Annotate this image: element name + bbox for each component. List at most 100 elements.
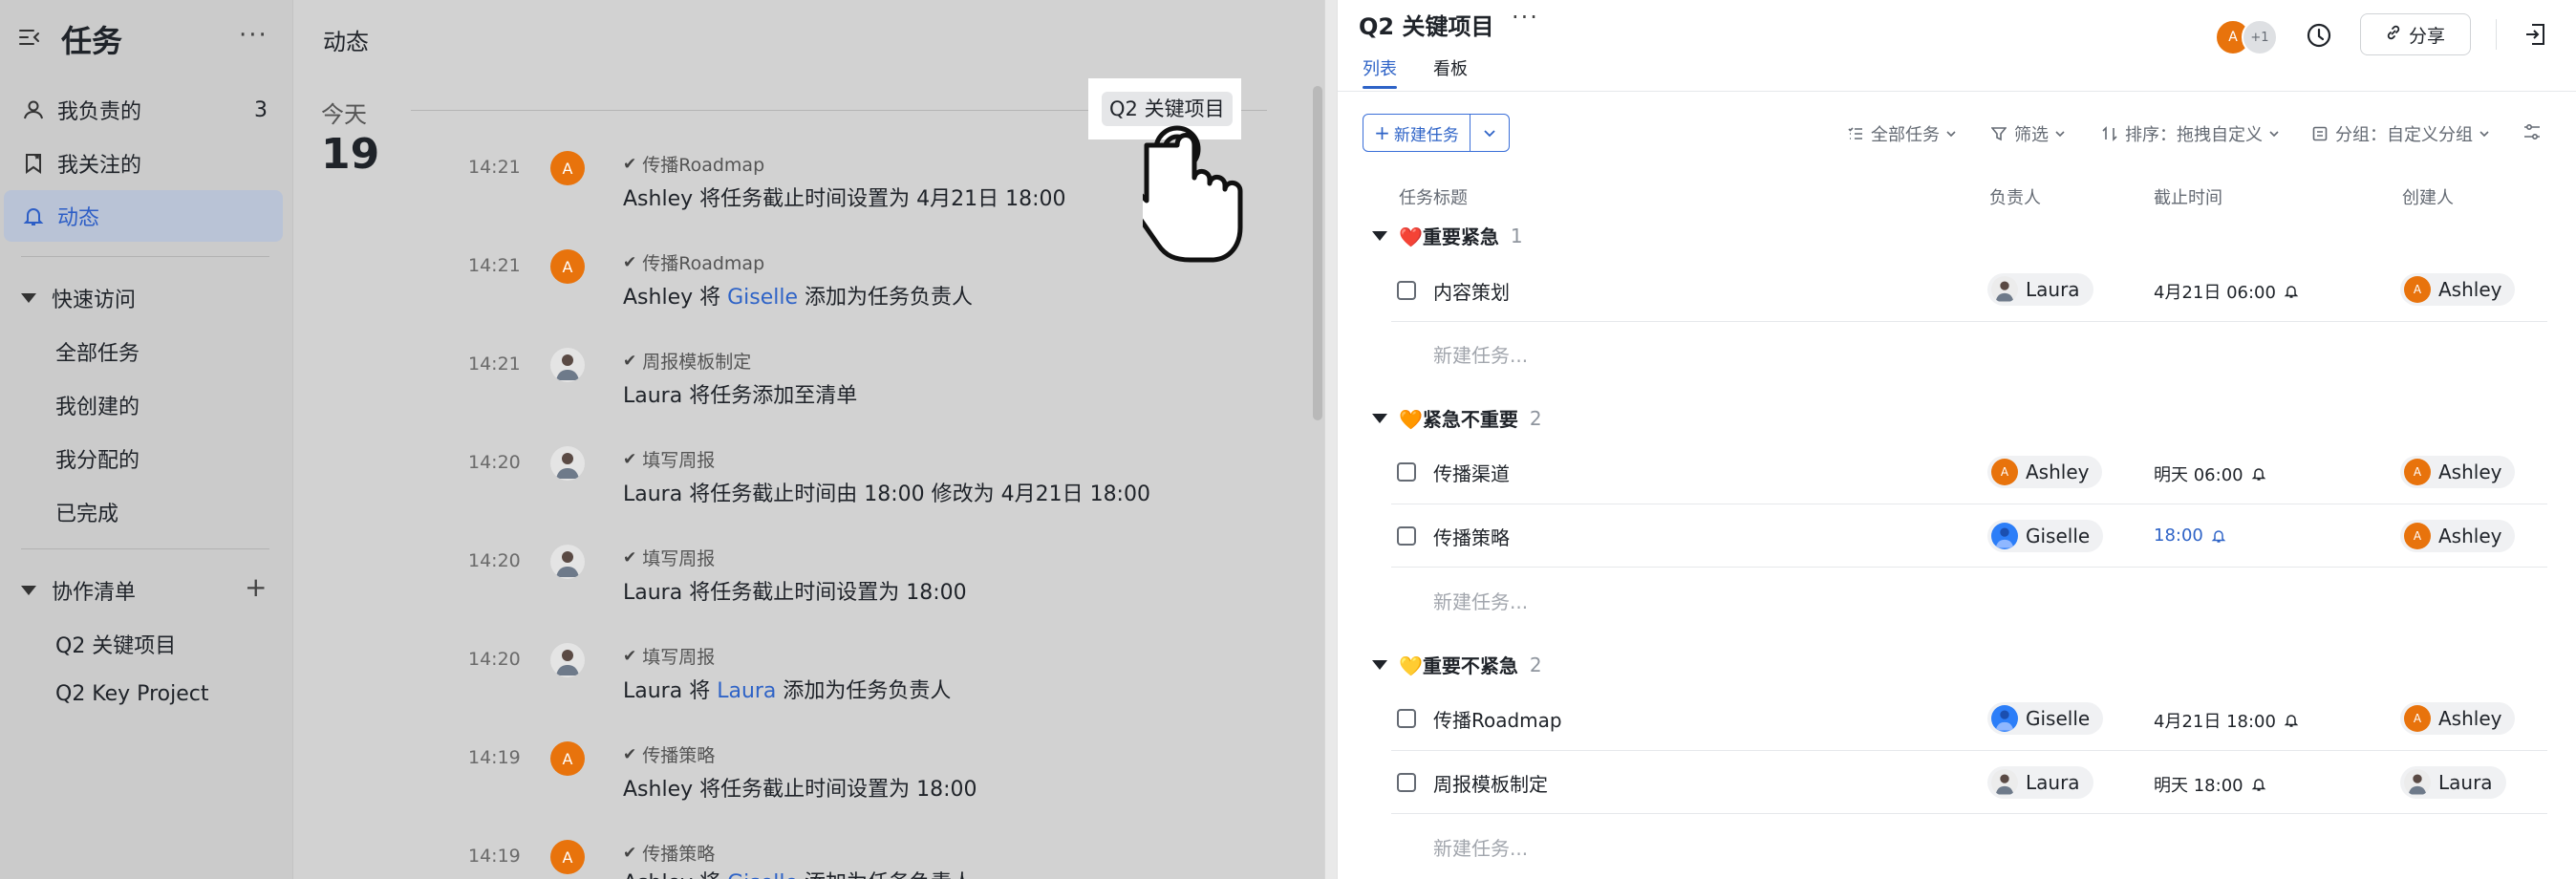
new-task-inline[interactable]: 新建任务... (1433, 833, 1528, 861)
user-link[interactable]: Laura (717, 679, 776, 703)
assignee-chip[interactable]: Laura (1987, 766, 2093, 799)
group-header-important-not-urgent[interactable]: 💛重要不紧急 2 (1372, 651, 1542, 678)
divider (21, 548, 269, 549)
entry-task[interactable]: ✔ 传播策略 (623, 741, 715, 767)
assignee-chip[interactable]: Giselle (1987, 520, 2104, 552)
more-icon[interactable]: ··· (239, 21, 268, 50)
sidebar-item-list-q2-en[interactable]: Q2 Key Project (55, 682, 208, 706)
sort-dropdown[interactable]: 排序：拖拽自定义 (2102, 121, 2287, 146)
user-link[interactable]: Giselle (727, 871, 798, 879)
view-settings-icon[interactable] (2522, 122, 2542, 145)
sidebar-item-following[interactable]: 我关注的 (4, 138, 283, 189)
section-title: 快速访问 (52, 289, 137, 312)
due-date[interactable]: 4月21日 18:00 (2154, 708, 2299, 733)
entry-task[interactable]: ✔ 周报模板制定 (623, 348, 751, 374)
new-task-inline[interactable]: 新建任务... (1433, 340, 1528, 368)
caret-down-icon (1372, 659, 1387, 670)
entry-task[interactable]: ✔ 填写周报 (623, 545, 715, 570)
feed-title: 动态 (323, 29, 369, 55)
divider (21, 256, 269, 257)
group-dropdown[interactable]: 分组：自定义分组 (2312, 121, 2498, 146)
tab-list[interactable]: 列表 (1363, 55, 1397, 80)
sidebar-item-all-tasks[interactable]: 全部任务 (55, 336, 140, 367)
sidebar-item-created[interactable]: 我创建的 (55, 390, 140, 420)
entry-action: Laura 将任务截止时间设置为 18:00 (623, 581, 967, 605)
feed-scrollbar[interactable] (1313, 86, 1322, 420)
group-count: 1 (1510, 224, 1523, 247)
user-link[interactable]: Giselle (727, 286, 798, 310)
member-count-badge[interactable]: +1 (2242, 19, 2278, 55)
collapse-sidebar-icon[interactable] (17, 25, 42, 54)
entry-task[interactable]: ✔ 填写周报 (623, 643, 715, 669)
avatar: A (1991, 459, 2018, 485)
sidebar-item-label: 我关注的 (57, 154, 142, 178)
new-task-split-button: + 新建任务 (1363, 114, 1510, 152)
sidebar-item-assigned[interactable]: 我分配的 (55, 443, 140, 474)
history-clock-icon[interactable] (2305, 21, 2333, 54)
entry-task[interactable]: ✔ 传播策略 (623, 840, 715, 866)
entry-time: 14:21 (468, 255, 521, 276)
active-tab-indicator (1363, 86, 1397, 89)
project-more-icon[interactable]: ··· (1512, 4, 1539, 31)
entry-task[interactable]: ✔ 传播Roadmap (623, 249, 764, 275)
sidebar: 任务 ··· 我负责的 3 我关注的 动态 快速访问 全部任务 我创建的 我分配… (0, 0, 293, 879)
assignee-chip[interactable]: Laura (1987, 273, 2093, 306)
task-checkbox[interactable] (1397, 709, 1416, 728)
add-list-icon[interactable]: + (245, 571, 267, 603)
day-number: 19 (321, 130, 380, 179)
task-title[interactable]: 内容策划 (1433, 277, 1510, 305)
due-date[interactable]: 18:00 (2154, 525, 2226, 546)
creator-chip[interactable]: A Ashley (2400, 273, 2516, 306)
task-app-left-pane: 任务 ··· 我负责的 3 我关注的 动态 快速访问 全部任务 我创建的 我分配… (0, 0, 1324, 879)
avatar: A (550, 249, 585, 284)
sidebar-item-activity[interactable]: 动态 (4, 190, 283, 242)
all-tasks-dropdown[interactable]: 全部任务 (1848, 121, 1964, 146)
filter-dropdown[interactable]: 筛选 (1991, 121, 2073, 146)
creator-chip[interactable]: A Ashley (2400, 520, 2516, 552)
creator-chip[interactable]: A Ashley (2400, 456, 2516, 488)
check-icon: ✔ (623, 547, 637, 568)
new-task-dropdown[interactable] (1470, 115, 1509, 151)
entry-task[interactable]: ✔ 传播Roadmap (623, 151, 764, 177)
sidebar-item-list-q2[interactable]: Q2 关键项目 (55, 629, 176, 659)
reminder-bell-icon (2251, 468, 2265, 481)
due-date[interactable]: 明天 06:00 (2154, 461, 2266, 486)
task-checkbox[interactable] (1397, 462, 1416, 482)
creator-chip[interactable]: A Ashley (2400, 702, 2516, 735)
sidebar-item-my-responsible[interactable]: 我负责的 3 (4, 84, 283, 136)
quick-access-header[interactable]: 快速访问 (21, 283, 136, 313)
row-divider (1391, 750, 2547, 751)
assignee-chip[interactable]: Giselle (1987, 702, 2104, 735)
task-title[interactable]: 传播策略 (1433, 523, 1510, 550)
avatar: A (550, 741, 585, 776)
tabs-divider (1338, 91, 2576, 92)
due-date[interactable]: 明天 18:00 (2154, 772, 2266, 797)
group-header-urgent-not-important[interactable]: 🧡紧急不重要 2 (1372, 404, 1542, 432)
task-checkbox[interactable] (1397, 526, 1416, 546)
pane-splitter[interactable] (1324, 0, 1338, 879)
assignee-chip[interactable]: A Ashley (1987, 456, 2103, 488)
creator-chip[interactable]: Laura (2400, 766, 2506, 799)
task-checkbox[interactable] (1397, 281, 1416, 300)
collab-lists-header[interactable]: 协作清单 (21, 575, 136, 606)
due-date[interactable]: 4月21日 06:00 (2154, 279, 2299, 304)
tab-kanban[interactable]: 看板 (1433, 55, 1468, 80)
task-title[interactable]: 传播Roadmap (1433, 705, 1562, 733)
entry-task[interactable]: ✔ 填写周报 (623, 446, 715, 472)
new-task-button[interactable]: + 新建任务 (1363, 115, 1470, 151)
entry-action: Ashley 将任务截止时间设置为 18:00 (623, 778, 977, 802)
day-label: 今天 (321, 101, 367, 128)
avatar (1991, 769, 2018, 796)
share-label: 分享 (2408, 25, 2445, 47)
avatar (550, 545, 585, 579)
exit-panel-icon[interactable] (2522, 21, 2549, 52)
sidebar-title: 任务 (61, 23, 123, 59)
group-header-urgent-important[interactable]: ❤️重要紧急 1 (1372, 222, 1523, 249)
sidebar-item-completed[interactable]: 已完成 (55, 497, 118, 527)
task-title[interactable]: 传播渠道 (1433, 459, 1510, 486)
share-button[interactable]: 分享 (2360, 13, 2471, 55)
task-checkbox[interactable] (1397, 773, 1416, 792)
new-task-inline[interactable]: 新建任务... (1433, 587, 1528, 614)
task-title[interactable]: 周报模板制定 (1433, 769, 1548, 797)
column-header-creator: 创建人 (2402, 188, 2454, 208)
